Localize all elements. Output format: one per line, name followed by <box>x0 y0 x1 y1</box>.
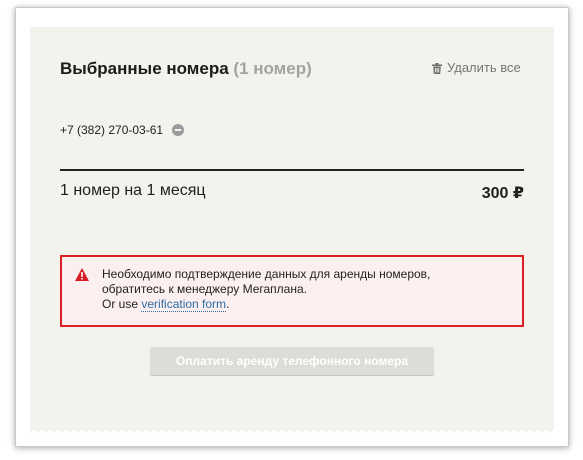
page-title: Выбранные номера (1 номер) <box>60 59 312 79</box>
warning-icon <box>75 268 89 281</box>
pay-rental-button[interactable]: Оплатить аренду телефонного номера <box>150 347 434 375</box>
minus-circle-icon[interactable] <box>172 124 185 136</box>
alert-line-3-suffix: . <box>226 297 230 311</box>
total-price: 300 ₽ <box>481 185 524 202</box>
title-count: (1 номер) <box>233 59 312 78</box>
verification-form-link[interactable]: verification form <box>141 297 227 312</box>
verification-alert: Необходимо подтверждение данных для арен… <box>60 255 524 327</box>
divider <box>60 169 524 171</box>
phone-number-item: +7 (382) 270-03-61 <box>60 123 185 137</box>
delete-all-button[interactable]: Удалить все <box>432 60 521 75</box>
delete-all-label: Удалить все <box>447 60 521 75</box>
alert-line-1: Необходимо подтверждение данных для арен… <box>102 267 431 281</box>
alert-line-3-prefix: Or use <box>102 297 142 311</box>
trash-icon <box>432 62 442 74</box>
summary-label: 1 номер на 1 месяц <box>60 182 206 199</box>
alert-line-3: Or use verification form. <box>102 297 430 312</box>
title-text: Выбранные номера <box>60 59 229 78</box>
alert-line-2: обратитесь к менеджеру Мегаплана. <box>102 282 307 296</box>
panel-zigzag-edge <box>30 426 554 434</box>
alert-text: Необходимо подтверждение данных для арен… <box>102 267 430 312</box>
phone-number: +7 (382) 270-03-61 <box>60 123 164 137</box>
